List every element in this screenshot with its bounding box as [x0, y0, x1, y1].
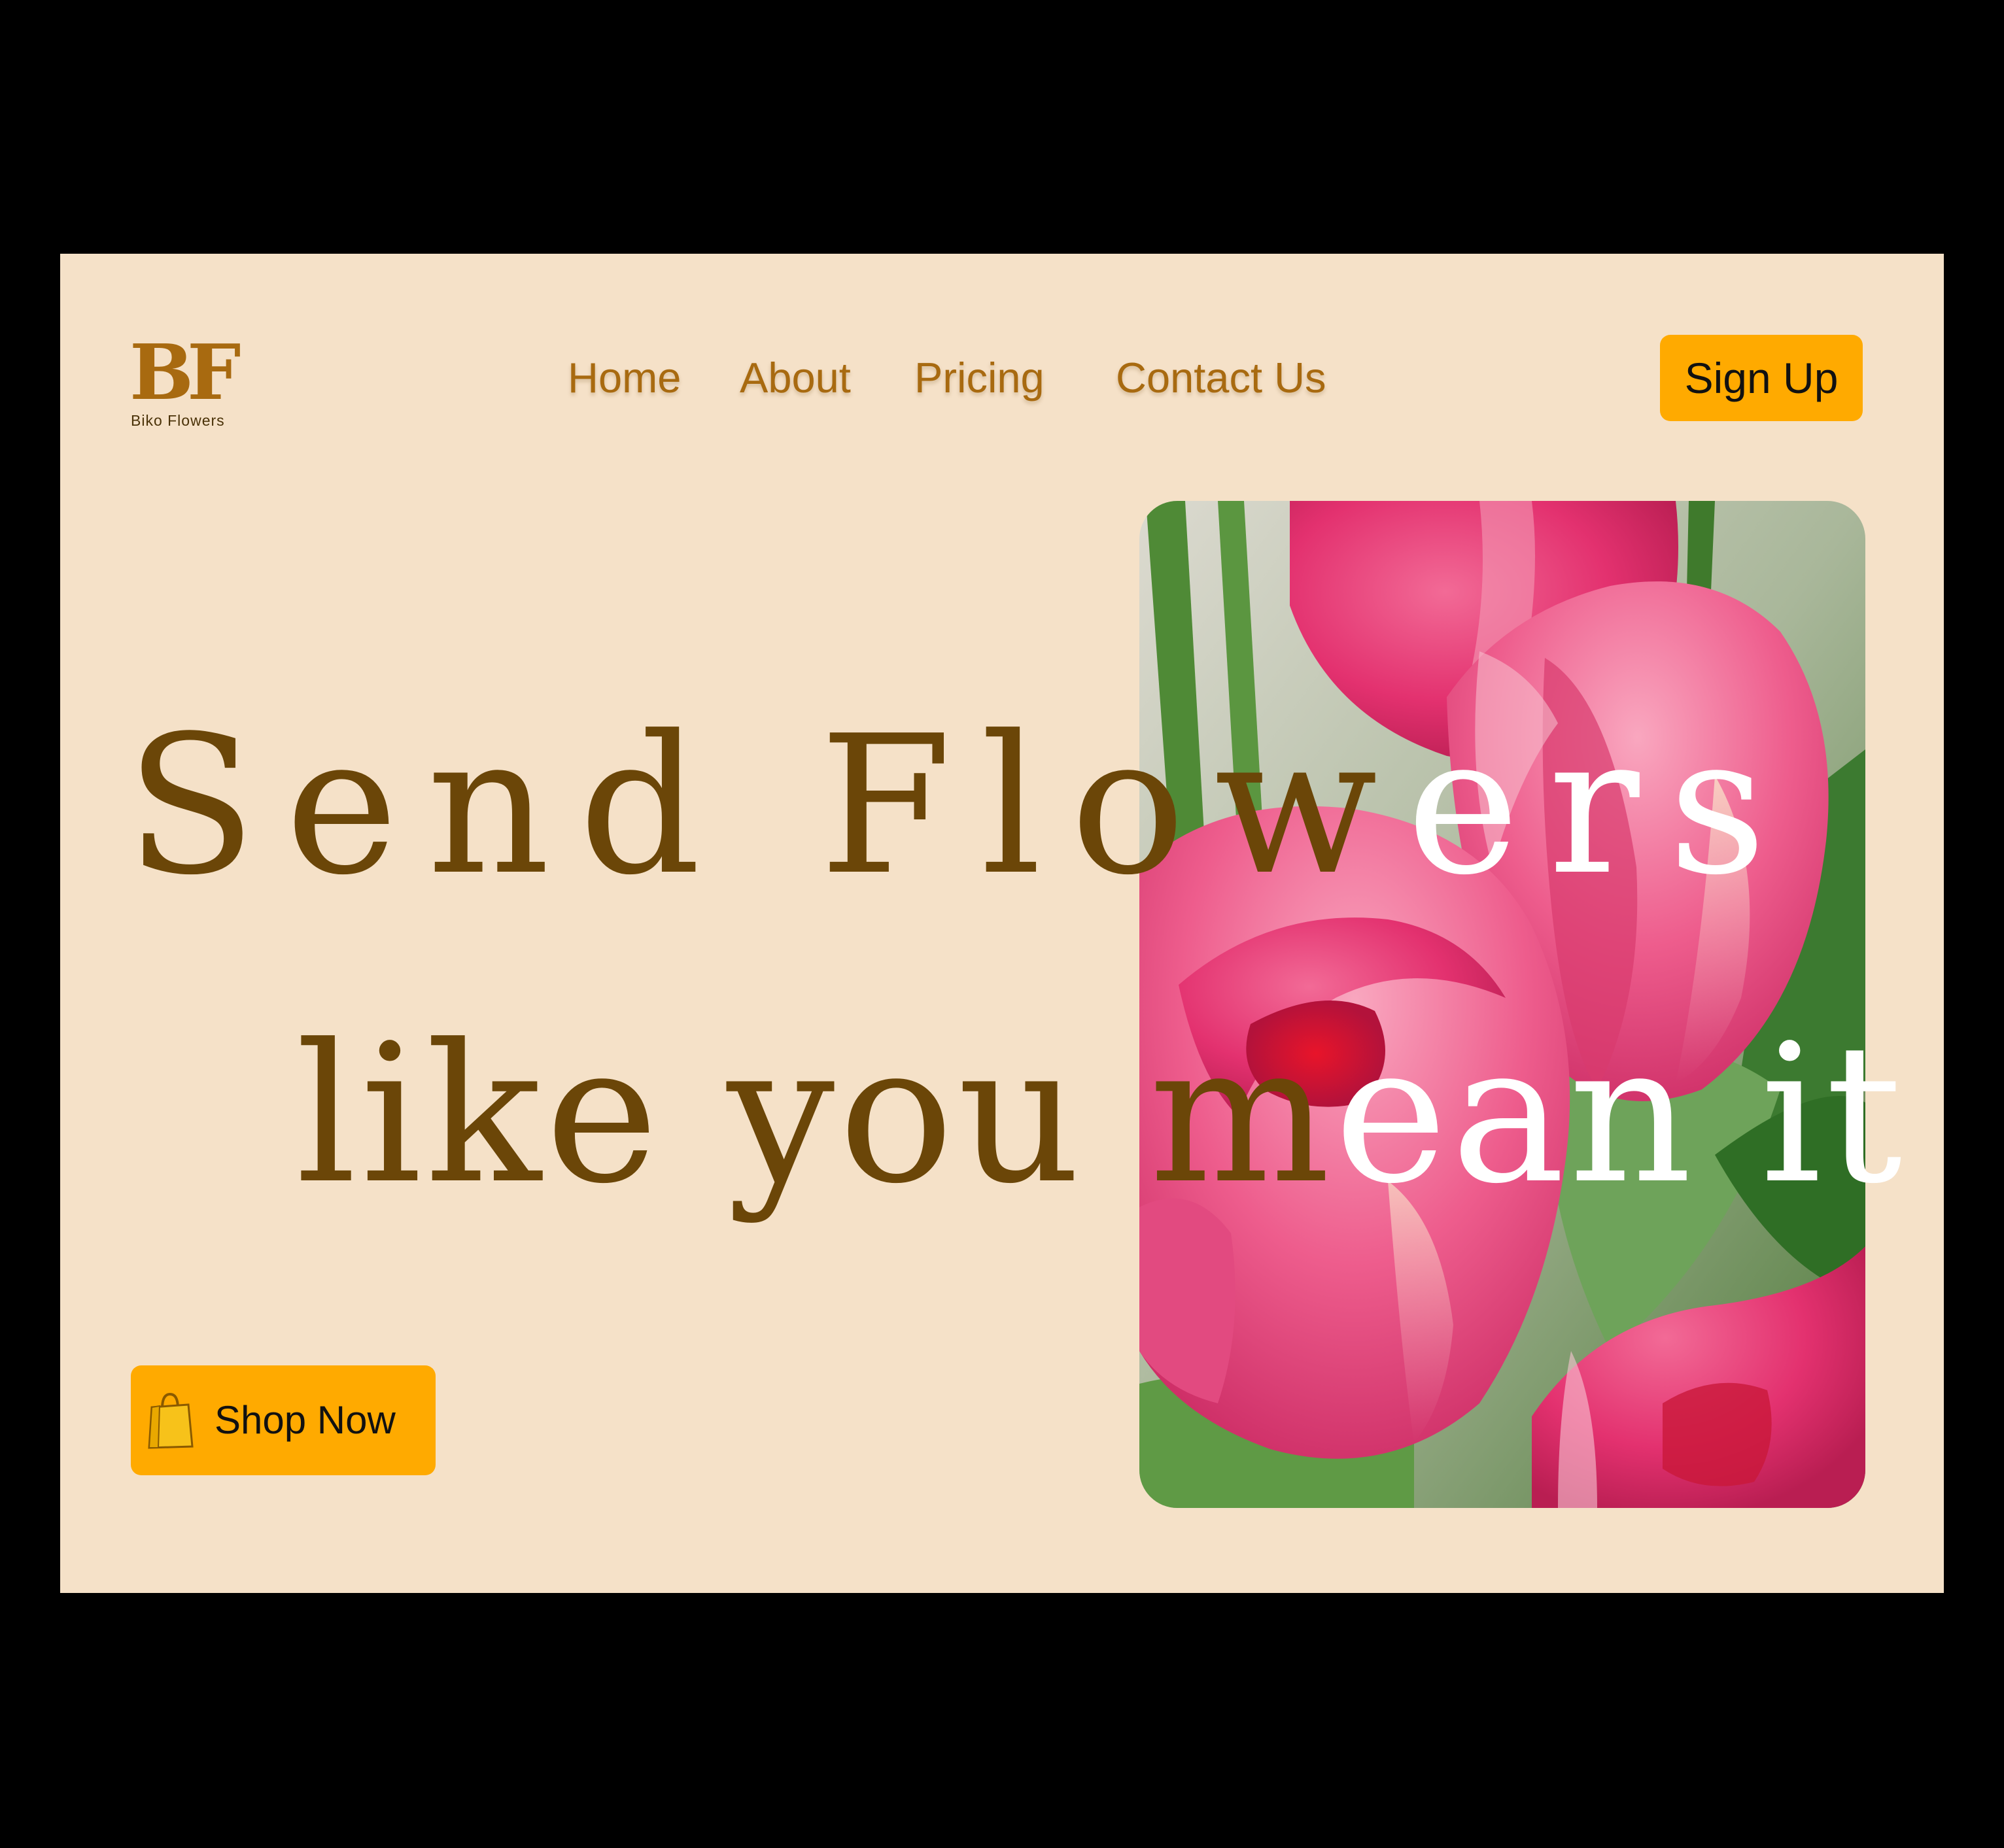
nav-pricing-link[interactable]: Pricing — [914, 353, 1045, 403]
shop-now-button[interactable]: Shop Now — [131, 1365, 436, 1475]
shop-now-label: Shop Now — [215, 1398, 396, 1442]
shopping-bag-icon — [147, 1390, 194, 1450]
hero-headline-line1-light: ers — [1406, 694, 1795, 917]
nav-about-link[interactable]: About — [740, 353, 851, 403]
landing-page: BF Biko Flowers Home About Pricing Conta… — [60, 254, 1944, 1593]
nav-home-link[interactable]: Home — [568, 353, 681, 403]
logo-brand-name: Biko Flowers — [131, 412, 225, 429]
hero-headline-line2-dark: like you m — [296, 1003, 1334, 1225]
sign-up-button[interactable]: Sign Up — [1660, 335, 1863, 421]
hero-headline-line2-light: ean it — [1334, 1003, 1907, 1225]
brand-logo[interactable]: BF Biko Flowers — [130, 328, 260, 429]
nav-contact-link[interactable]: Contact Us — [1116, 353, 1326, 403]
logo-mark: BF — [130, 328, 241, 417]
hero-headline-line2: like you mean it — [296, 1019, 1906, 1210]
hero-headline-line1-dark: Send Flow — [126, 694, 1407, 917]
hero-headline-line1: Send Flowers — [126, 710, 1795, 901]
